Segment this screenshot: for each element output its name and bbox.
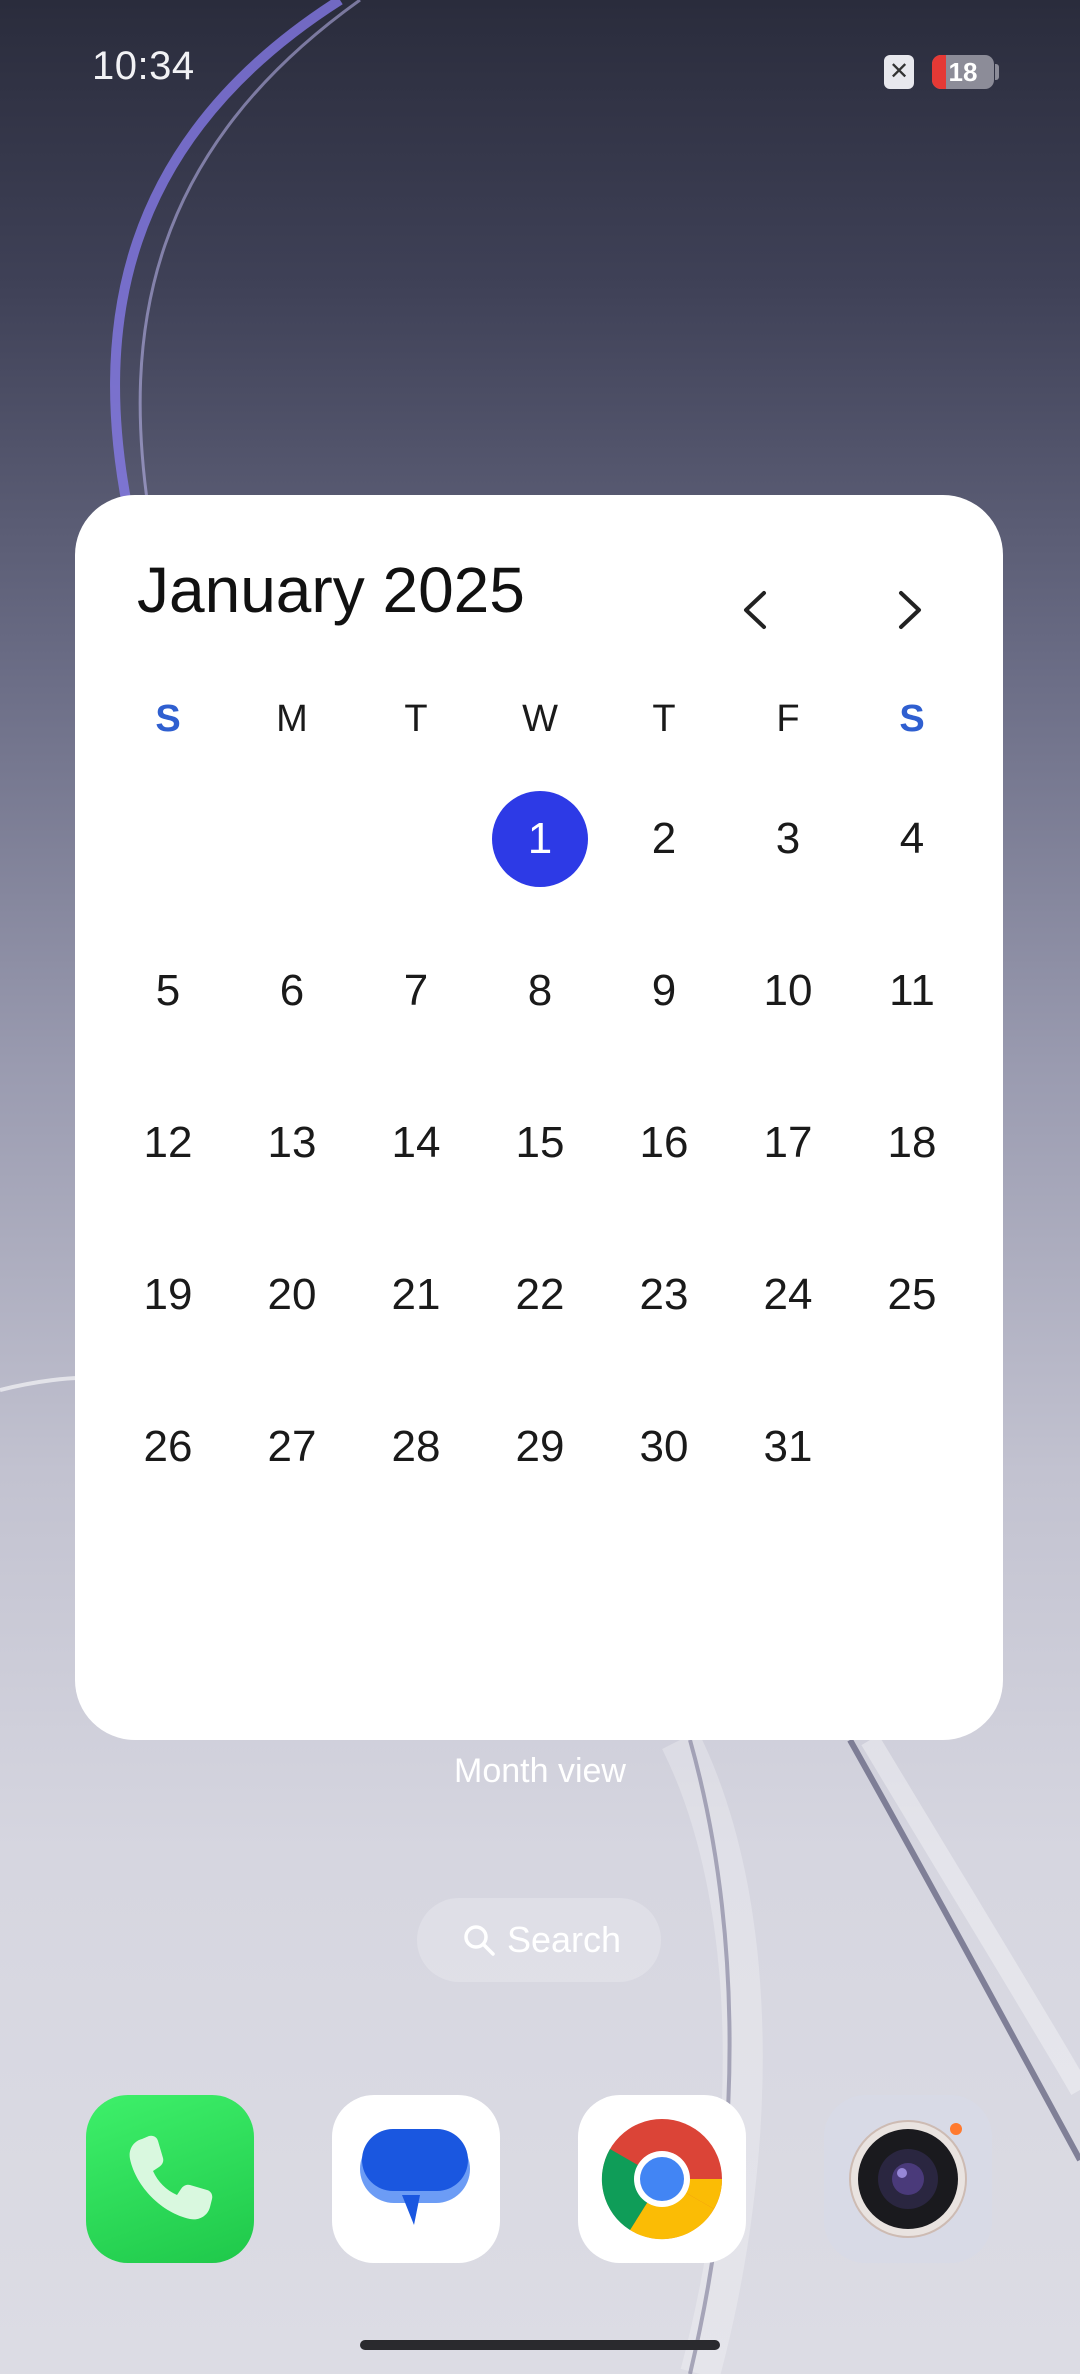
status-clock: 10:34 [92, 44, 195, 88]
day-cell-empty [230, 789, 354, 889]
search-label: Search [507, 1919, 622, 1960]
day-cell[interactable]: 6 [230, 941, 354, 1041]
phone-app[interactable] [86, 2095, 254, 2263]
camera-icon [849, 2120, 967, 2238]
day-cell-empty [850, 1397, 974, 1497]
weekday-friday: F [776, 698, 800, 740]
day-cell-today[interactable]: 1 [478, 789, 602, 889]
weekday-tuesday: T [404, 698, 428, 740]
day-cell[interactable]: 19 [106, 1245, 230, 1345]
chevron-right-icon [899, 591, 921, 629]
weekday-monday: M [276, 698, 308, 740]
month-title: January 2025 [137, 554, 525, 626]
messages-app[interactable] [332, 2095, 500, 2263]
status-bar: 10:34 ✕ 18 [0, 0, 1080, 140]
day-cell[interactable]: 28 [354, 1397, 478, 1497]
weekday-sunday: S [155, 698, 181, 740]
day-cell[interactable]: 13 [230, 1093, 354, 1193]
widget-caption: Month view [454, 1752, 626, 1790]
day-cell[interactable]: 18 [850, 1093, 974, 1193]
day-cell[interactable]: 12 [106, 1093, 230, 1193]
day-cell[interactable]: 11 [850, 941, 974, 1041]
day-cell[interactable]: 24 [726, 1245, 850, 1345]
previous-month-button[interactable] [720, 575, 790, 645]
day-cell-empty [354, 789, 478, 889]
battery-tip [995, 64, 999, 80]
day-cell[interactable]: 16 [602, 1093, 726, 1193]
no-sim-icon: ✕ [884, 55, 914, 89]
day-cell[interactable]: 20 [230, 1245, 354, 1345]
day-cell[interactable]: 3 [726, 789, 850, 889]
day-cell[interactable]: 22 [478, 1245, 602, 1345]
weekday-wednesday: W [522, 698, 558, 740]
chevron-left-icon [744, 591, 766, 629]
day-cell[interactable]: 17 [726, 1093, 850, 1193]
search-icon [464, 1925, 495, 1956]
day-cell[interactable]: 8 [478, 941, 602, 1041]
day-cell-empty [106, 789, 230, 889]
chrome-icon [601, 2119, 723, 2240]
chrome-app[interactable] [578, 2095, 746, 2263]
day-cell[interactable]: 26 [106, 1397, 230, 1497]
weekday-thursday: T [652, 698, 676, 740]
day-cell[interactable]: 21 [354, 1245, 478, 1345]
day-cell[interactable]: 10 [726, 941, 850, 1041]
battery-level: 18 [948, 57, 978, 87]
day-cell[interactable]: 7 [354, 941, 478, 1041]
day-cell[interactable]: 31 [726, 1397, 850, 1497]
day-cell[interactable]: 9 [602, 941, 726, 1041]
search-button[interactable]: Search [417, 1898, 661, 1982]
battery-icon: 18 [932, 55, 994, 89]
day-cell[interactable]: 15 [478, 1093, 602, 1193]
calendar-widget[interactable]: January 2025 S M T W T F S 1 2 3 4 5 6 7… [75, 495, 1003, 1740]
weekday-saturday: S [899, 698, 925, 740]
day-cell[interactable]: 5 [106, 941, 230, 1041]
day-cell[interactable]: 14 [354, 1093, 478, 1193]
day-cell[interactable]: 4 [850, 789, 974, 889]
day-cell[interactable]: 2 [602, 789, 726, 889]
home-screen: 10:34 ✕ 18 January 2025 S M T W T F S 1 … [0, 0, 1080, 2374]
next-month-button[interactable] [875, 575, 945, 645]
home-indicator[interactable] [360, 2340, 720, 2350]
day-cell[interactable]: 23 [602, 1245, 726, 1345]
day-cell[interactable]: 27 [230, 1397, 354, 1497]
day-cell[interactable]: 30 [602, 1397, 726, 1497]
day-cell[interactable]: 25 [850, 1245, 974, 1345]
phone-icon [129, 2135, 213, 2220]
camera-app[interactable] [824, 2095, 992, 2263]
messages-icon [360, 2129, 470, 2225]
day-cell[interactable]: 29 [478, 1397, 602, 1497]
